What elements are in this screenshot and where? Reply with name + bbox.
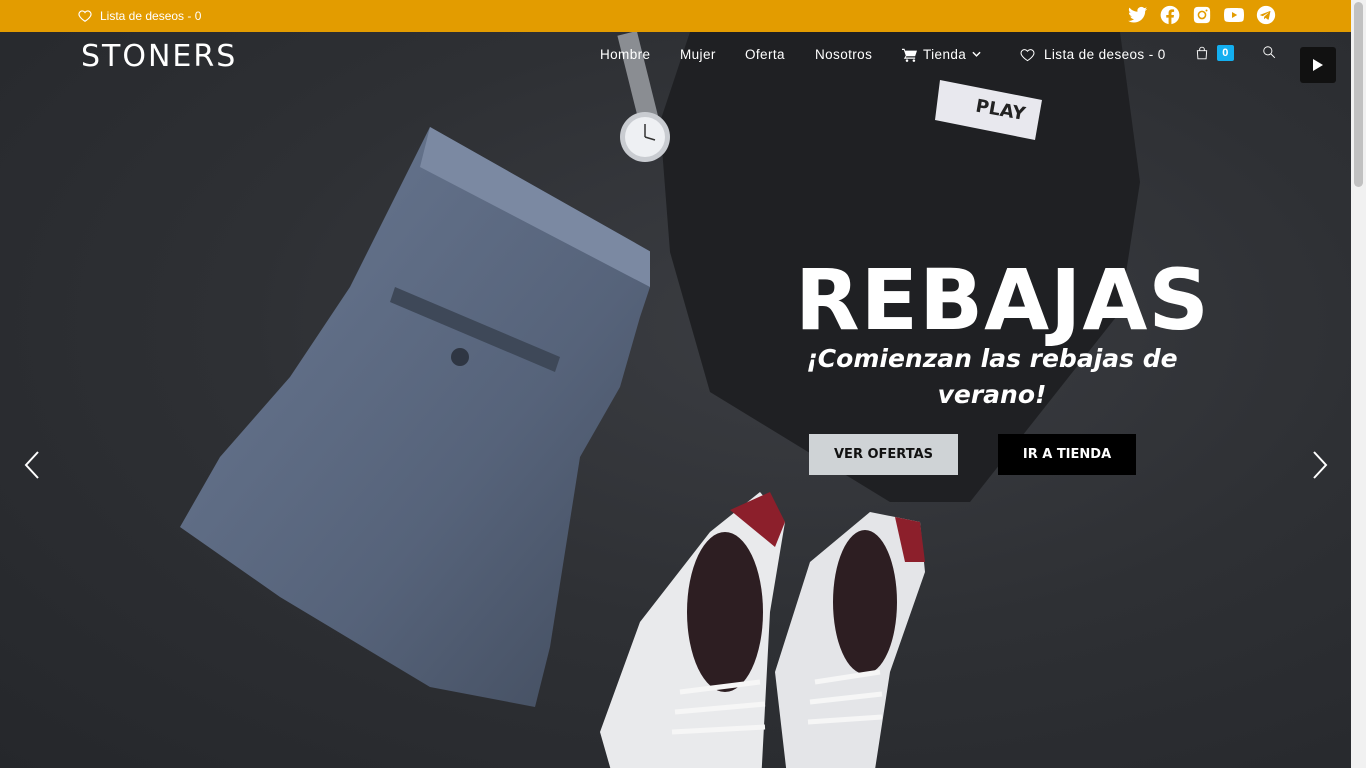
search-icon — [1263, 46, 1276, 59]
hero-subtitle: ¡Comienzan las rebajas de verano! — [806, 344, 1178, 409]
nav-item-nosotros[interactable]: Nosotros — [815, 47, 872, 62]
nav-item-oferta[interactable]: Oferta — [745, 47, 785, 62]
social-links — [1127, 4, 1276, 26]
play-icon — [1313, 59, 1323, 71]
nav-item-tienda[interactable]: Tienda — [902, 47, 981, 62]
slider-prev-arrow[interactable] — [17, 448, 47, 482]
slider-next-arrow[interactable] — [1305, 448, 1335, 482]
nav-item-mujer[interactable]: Mujer — [680, 47, 716, 62]
hero-title: REBAJAS — [795, 251, 1210, 349]
sneakers-image — [600, 492, 925, 768]
nav-wishlist-label: Lista de deseos - 0 — [1044, 47, 1166, 62]
shopping-bag-icon — [1196, 46, 1208, 60]
youtube-icon[interactable] — [1223, 4, 1244, 26]
chevron-left-icon — [24, 451, 39, 479]
play-button[interactable] — [1300, 47, 1336, 83]
page-scrollbar[interactable] — [1351, 0, 1366, 768]
facebook-icon[interactable] — [1159, 4, 1180, 26]
cart-count-badge: 0 — [1217, 45, 1234, 61]
nav-item-tienda-label: Tienda — [923, 47, 967, 62]
topbar-wishlist-link[interactable]: Lista de deseos - 0 — [78, 0, 201, 32]
nav-search-button[interactable] — [1262, 45, 1276, 59]
heart-icon — [78, 10, 92, 22]
top-bar: Lista de deseos - 0 — [0, 0, 1351, 32]
scrollbar-thumb[interactable] — [1354, 2, 1363, 187]
topbar-wishlist-label: Lista de deseos - 0 — [100, 9, 202, 23]
instagram-icon[interactable] — [1191, 4, 1212, 26]
go-to-shop-button[interactable]: IR A TIENDA — [998, 434, 1136, 475]
nav-cart-link[interactable]: 0 — [1195, 45, 1234, 61]
chevron-down-icon — [972, 51, 981, 57]
chevron-right-icon — [1313, 451, 1328, 479]
nav-wishlist-link[interactable]: Lista de deseos - 0 — [1020, 47, 1166, 62]
twitter-icon[interactable] — [1127, 4, 1148, 26]
telegram-icon[interactable] — [1255, 4, 1276, 26]
heart-icon — [1020, 48, 1035, 61]
view-offers-button[interactable]: VER OFERTAS — [809, 434, 958, 475]
cart-icon — [902, 48, 917, 62]
site-logo[interactable]: STONERS — [81, 40, 237, 74]
nav-item-hombre[interactable]: Hombre — [600, 47, 650, 62]
